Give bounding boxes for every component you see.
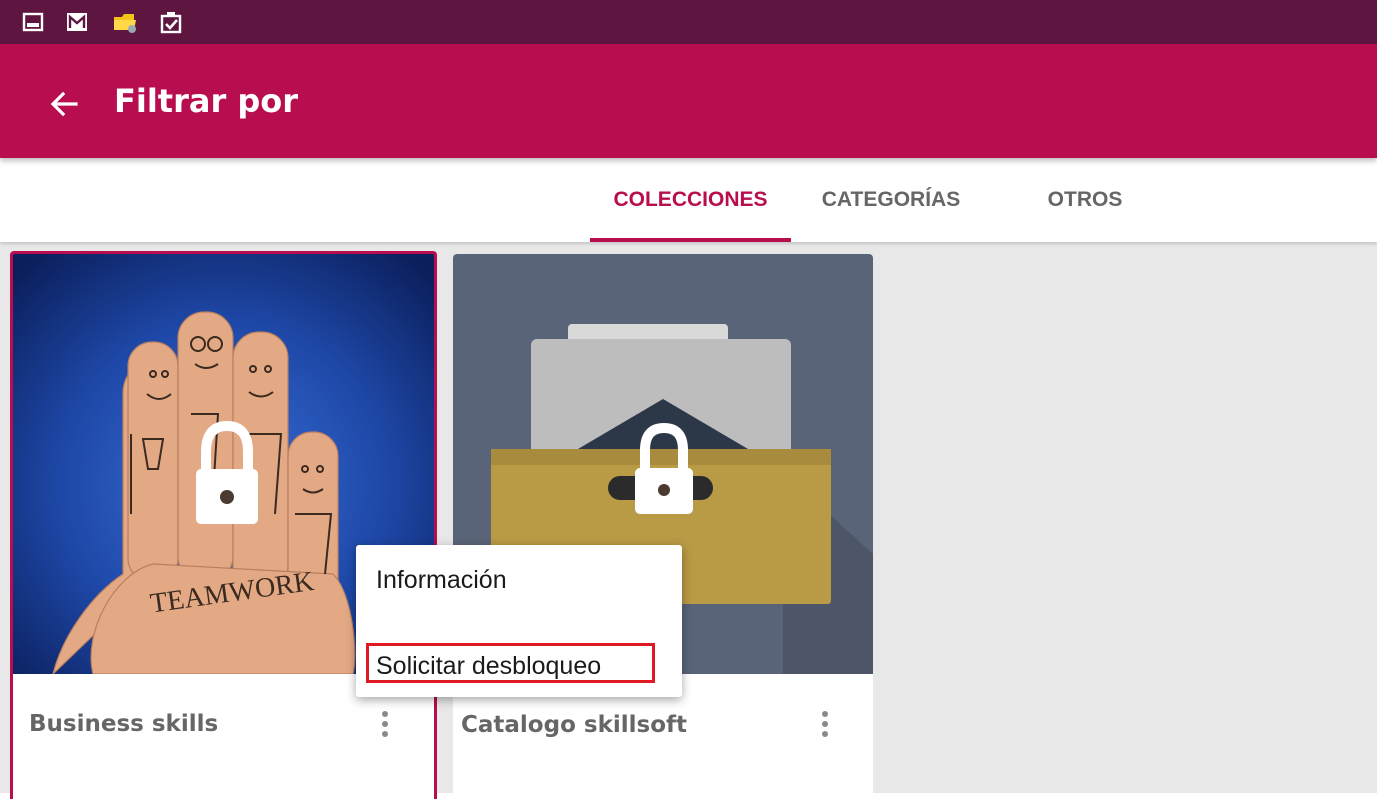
collection-card-catalogo-skillsoft[interactable]: Catalogo skillsoft — [453, 254, 873, 799]
image-icon — [22, 12, 44, 32]
tab-otros[interactable]: OTROS — [1020, 158, 1150, 242]
file-folder-icon — [114, 14, 136, 33]
clipboard-check-icon — [160, 12, 182, 34]
more-vertical-icon — [382, 711, 388, 717]
context-menu: Información Solicitar desbloqueo — [356, 545, 682, 697]
more-options-button[interactable] — [809, 701, 839, 741]
page-title: Filtrar por — [114, 82, 299, 120]
tab-categorias[interactable]: CATEGORÍAS — [800, 158, 982, 242]
more-vertical-icon — [822, 711, 828, 717]
tab-bar: COLECCIONES CATEGORÍAS OTROS — [0, 158, 1377, 242]
card-title: Business skills — [29, 711, 219, 737]
status-bar — [0, 0, 1377, 44]
back-button[interactable] — [44, 84, 84, 124]
app-bar: Filtrar por — [0, 44, 1377, 158]
collection-card-business-skills[interactable]: TEAMWORK Business skills — [10, 251, 437, 799]
menu-item-solicitar-desbloqueo[interactable]: Solicitar desbloqueo — [376, 652, 601, 681]
card-title: Catalogo skillsoft — [461, 712, 688, 738]
mail-icon — [67, 13, 87, 31]
collections-grid: TEAMWORK Business skills Catalogo skills… — [0, 242, 1377, 799]
menu-item-informacion[interactable]: Información — [376, 566, 507, 595]
tab-indicator — [590, 238, 791, 242]
tab-colecciones[interactable]: COLECCIONES — [590, 158, 791, 242]
more-options-button[interactable] — [369, 701, 399, 741]
arrow-left-icon — [50, 91, 78, 117]
